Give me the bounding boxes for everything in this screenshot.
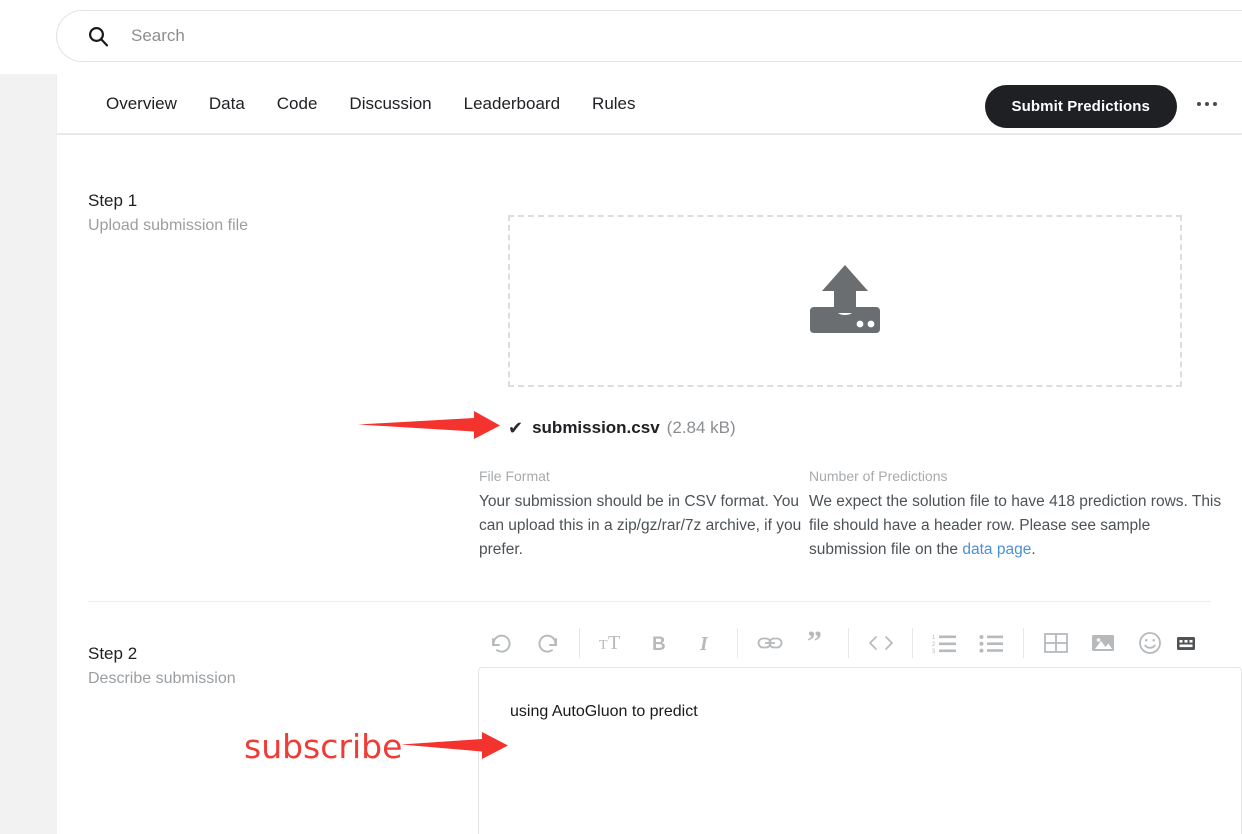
section-divider xyxy=(88,601,1211,602)
file-format-body: Your submission should be in CSV format.… xyxy=(479,493,802,558)
toolbar-separator xyxy=(737,628,738,658)
submission-info-columns: File Format Your submission should be in… xyxy=(479,468,1239,562)
svg-text:B: B xyxy=(652,634,666,655)
file-format-column: File Format Your submission should be in… xyxy=(479,468,809,562)
italic-icon[interactable]: I xyxy=(682,622,729,664)
link-icon[interactable] xyxy=(746,622,793,664)
description-editor[interactable]: using AutoGluon to predict xyxy=(478,667,1242,834)
toolbar-separator xyxy=(912,628,913,658)
toolbar-separator xyxy=(848,628,849,658)
tab-leaderboard[interactable]: Leaderboard xyxy=(448,94,576,114)
check-icon: ✔ xyxy=(508,418,524,438)
page-root: Search Overview Data Code Discussion Lea… xyxy=(0,0,1242,834)
uploaded-file-name: submission.csv xyxy=(532,418,660,437)
step-1-subtitle: Upload submission file xyxy=(88,217,249,234)
emoji-icon[interactable] xyxy=(1126,622,1173,664)
number-of-predictions-body: We expect the solution file to have 418 … xyxy=(809,490,1229,562)
upload-icon xyxy=(804,261,886,342)
uploaded-file-size: (2.84 kB) xyxy=(666,418,736,437)
redo-icon[interactable] xyxy=(524,622,571,664)
submission-panel: Step 1 Upload submission file ✔ submissi… xyxy=(57,135,1242,834)
toolbar-separator xyxy=(579,628,580,658)
font-size-icon[interactable]: T T xyxy=(588,622,635,664)
bullet-list-icon[interactable] xyxy=(968,622,1015,664)
submit-predictions-button[interactable]: Submit Predictions xyxy=(984,85,1177,128)
toolbar-separator xyxy=(1023,628,1024,658)
tab-code[interactable]: Code xyxy=(261,94,334,114)
search-input[interactable]: Search xyxy=(56,10,1242,62)
predictions-text-after: . xyxy=(1031,541,1036,558)
step-2-section: Step 2 Describe submission T T B I ” 1 2… xyxy=(57,605,1242,834)
top-search-bar: Search xyxy=(0,0,1242,74)
tab-rules[interactable]: Rules xyxy=(576,94,651,114)
annotation-subscribe-label: subscribe xyxy=(244,727,403,766)
tab-data[interactable]: Data xyxy=(193,94,261,114)
bold-icon[interactable]: B xyxy=(635,622,682,664)
undo-icon[interactable] xyxy=(477,622,524,664)
image-icon[interactable] xyxy=(1079,622,1126,664)
svg-text:2: 2 xyxy=(932,642,936,648)
editor-toolbar: T T B I ” 1 2 3 xyxy=(477,615,1242,671)
data-page-link[interactable]: data page xyxy=(962,541,1031,558)
step-1-label: Step 1 Upload submission file xyxy=(88,190,248,238)
step-2-title: Step 2 xyxy=(88,644,138,663)
tab-discussion[interactable]: Discussion xyxy=(333,94,447,114)
nav-tabs: Overview Data Code Discussion Leaderboar… xyxy=(90,74,652,134)
table-icon[interactable] xyxy=(1032,622,1079,664)
step-2-label: Step 2 Describe submission xyxy=(88,643,236,691)
quote-icon[interactable]: ” xyxy=(793,622,840,664)
search-icon xyxy=(87,25,109,47)
step-1-title: Step 1 xyxy=(88,191,138,210)
uploaded-file-row: ✔ submission.csv (2.84 kB) xyxy=(508,416,736,440)
svg-text:3: 3 xyxy=(932,649,936,655)
file-dropzone[interactable] xyxy=(508,215,1182,387)
tab-overview[interactable]: Overview xyxy=(90,94,193,114)
competition-nav-bar: Overview Data Code Discussion Leaderboar… xyxy=(57,74,1242,134)
svg-text:T: T xyxy=(599,638,608,653)
number-of-predictions-heading: Number of Predictions xyxy=(809,468,948,484)
description-editor-text: using AutoGluon to predict xyxy=(510,703,698,720)
code-icon[interactable] xyxy=(857,622,904,664)
svg-text:1: 1 xyxy=(932,635,936,641)
svg-text:I: I xyxy=(699,633,709,655)
file-format-heading: File Format xyxy=(479,468,550,484)
numbered-list-icon[interactable]: 1 2 3 xyxy=(921,622,968,664)
keyboard-icon[interactable] xyxy=(1173,628,1199,658)
svg-text:”: ” xyxy=(807,631,822,655)
svg-text:T: T xyxy=(608,632,620,654)
search-placeholder: Search xyxy=(131,26,185,45)
step-1-section: Step 1 Upload submission file ✔ submissi… xyxy=(57,135,1242,605)
kebab-menu-icon[interactable] xyxy=(1192,94,1222,114)
number-of-predictions-column: Number of Predictions We expect the solu… xyxy=(809,468,1229,562)
step-2-subtitle: Describe submission xyxy=(88,670,236,687)
